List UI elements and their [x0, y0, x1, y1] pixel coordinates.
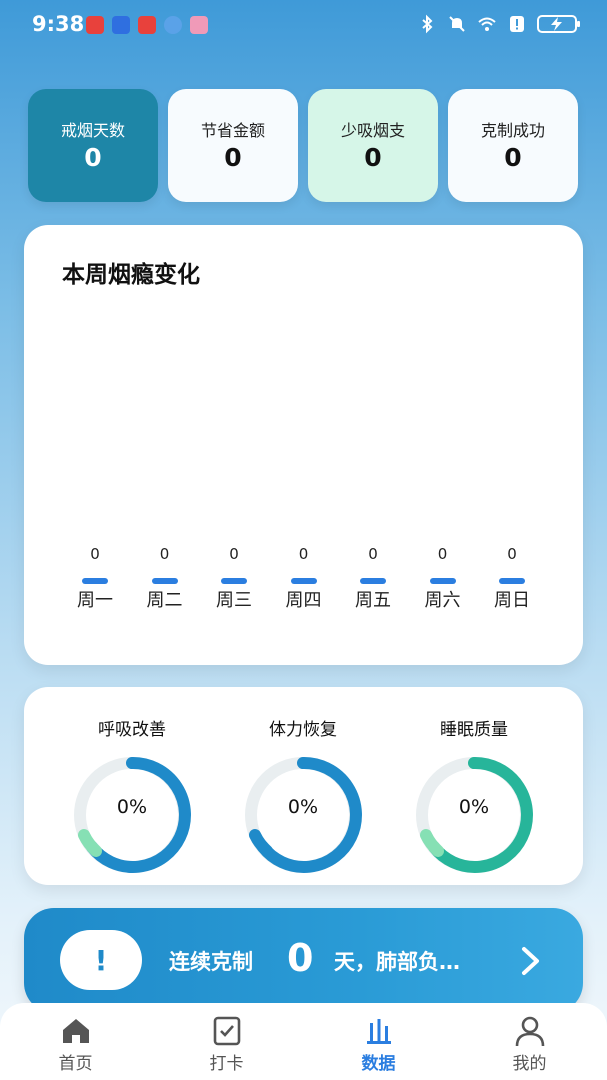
day-label: 周一 [77, 590, 113, 611]
battery-charging-icon [537, 15, 580, 33]
huawei-app-icon [138, 16, 156, 34]
recovery-item-breathing: 呼吸改善 0% [47, 687, 217, 885]
stat-card-craving-resisted[interactable]: 克制成功 0 [448, 89, 578, 202]
stat-label: 戒烟天数 [60, 121, 125, 140]
recovery-label: 睡眠质量 [440, 720, 508, 740]
day-label: 周六 [424, 590, 461, 611]
home-icon [63, 1019, 89, 1043]
exclamation-icon: ! [94, 943, 108, 977]
weekly-craving-card: 本周烟瘾变化 0 周一 0 周二 0 周三 0 周四 0 周五 0 周六 0 周日 [24, 225, 583, 665]
bottom-nav: 首页 打卡 数据 我的 [0, 1003, 607, 1080]
bluetooth-icon [422, 14, 433, 34]
nav-item-home[interactable]: 首页 [0, 1003, 151, 1080]
day-value: 0 [368, 545, 378, 563]
status-bar: 9:38 [0, 0, 607, 50]
day-bar [499, 578, 525, 584]
nav-item-profile[interactable]: 我的 [454, 1003, 605, 1080]
recovery-percent: 0% [287, 796, 319, 818]
streak-banner[interactable]: ! 连续克制 0 天，肺部负… [24, 908, 583, 1013]
banner-text-after: 天，肺部负… [334, 950, 460, 974]
nav-label: 打卡 [209, 1054, 244, 1074]
day-label: 周二 [146, 590, 183, 611]
alert-badge: ! [60, 930, 142, 990]
day-bar [221, 578, 247, 584]
chart-icon [367, 1019, 391, 1044]
huawei-app-icon [86, 16, 104, 34]
stat-label: 节省金额 [200, 121, 265, 140]
day-bar [360, 578, 386, 584]
mute-icon [449, 16, 465, 32]
recovery-percent: 0% [116, 796, 148, 818]
stat-value: 0 [504, 143, 522, 172]
stat-value: 0 [84, 143, 102, 172]
day-bar [151, 578, 178, 584]
gallery-app-icon [190, 16, 208, 34]
day-bar [429, 578, 456, 584]
day-label: 周四 [285, 590, 322, 611]
weekly-chart-title: 本周烟瘾变化 [62, 262, 200, 288]
day-label: 周日 [494, 590, 530, 611]
day-value: 0 [159, 545, 170, 563]
stat-value: 0 [364, 143, 382, 172]
status-app-icons [86, 16, 208, 34]
day-value: 0 [229, 545, 239, 563]
browser-app-icon [164, 16, 182, 34]
checkin-icon [213, 1016, 241, 1046]
stats-row: 戒烟天数 0 节省金额 0 少吸烟支 0 克制成功 0 [28, 89, 579, 202]
day-value: 0 [507, 545, 517, 563]
nav-item-checkin[interactable]: 打卡 [151, 1003, 302, 1080]
recovery-percent: 0% [458, 796, 490, 818]
day-label: 周三 [216, 590, 252, 611]
status-icons [417, 14, 580, 34]
banner-days: 0 [287, 936, 314, 980]
nav-label: 我的 [512, 1054, 547, 1074]
stat-value: 0 [224, 143, 242, 172]
stat-card-quit-days[interactable]: 戒烟天数 0 [28, 89, 158, 202]
profile-icon [515, 1016, 545, 1047]
recovery-card: 呼吸改善 0% 体力恢复 0% 睡眠质量 0% [24, 687, 583, 885]
day-value: 0 [90, 545, 100, 563]
bulb-app-icon [112, 16, 130, 34]
recovery-label: 体力恢复 [269, 720, 337, 740]
nav-label: 数据 [361, 1054, 396, 1074]
stat-label: 少吸烟支 [340, 121, 405, 140]
stat-card-money-saved[interactable]: 节省金额 0 [168, 89, 298, 202]
stat-card-fewer-cigarettes[interactable]: 少吸烟支 0 [308, 89, 438, 202]
alert-icon [510, 16, 524, 32]
day-bar [290, 578, 317, 584]
recovery-item-stamina: 体力恢复 0% [218, 687, 388, 885]
day-value: 0 [298, 545, 309, 563]
day-label: 周五 [355, 590, 391, 611]
banner-text-before: 连续克制 [169, 950, 253, 974]
wifi-icon [478, 17, 496, 31]
stat-label: 克制成功 [480, 121, 545, 140]
recovery-item-sleep: 睡眠质量 0% [389, 687, 559, 885]
chevron-right-icon [522, 947, 539, 975]
nav-item-data[interactable]: 数据 [303, 1003, 454, 1080]
recovery-label: 呼吸改善 [98, 720, 166, 740]
day-value: 0 [437, 545, 448, 563]
status-time: 9:38 [32, 12, 85, 36]
day-bar [82, 578, 108, 584]
nav-label: 首页 [58, 1054, 93, 1074]
